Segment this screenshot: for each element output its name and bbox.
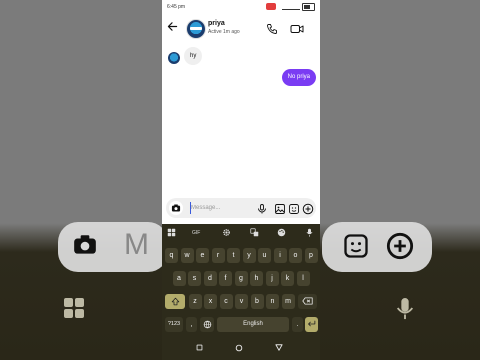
phone-screen: 6:45 pm priya Active 1m ago hy No priya bbox=[162, 0, 320, 360]
contact-avatar[interactable] bbox=[186, 19, 206, 39]
key-g[interactable]: g bbox=[234, 271, 248, 286]
background-m-glyph: M bbox=[124, 228, 149, 261]
camera-icon[interactable] bbox=[169, 201, 183, 215]
symbols-key[interactable]: ?123 bbox=[165, 317, 183, 332]
screen-record-icon bbox=[266, 3, 276, 10]
message-input[interactable] bbox=[190, 202, 247, 214]
key-s[interactable]: s bbox=[188, 271, 201, 286]
phone-icon[interactable] bbox=[266, 22, 278, 34]
recents-icon[interactable] bbox=[196, 344, 203, 353]
background-plus-icon bbox=[386, 232, 414, 266]
key-p[interactable]: p bbox=[304, 248, 318, 263]
comma-key[interactable]: , bbox=[186, 317, 197, 332]
key-u[interactable]: u bbox=[258, 248, 271, 263]
battery-icon bbox=[302, 3, 315, 11]
key-w[interactable]: w bbox=[180, 248, 194, 263]
key-c[interactable]: c bbox=[219, 294, 233, 309]
key-r[interactable]: r bbox=[211, 248, 225, 263]
incoming-message[interactable]: hy bbox=[184, 47, 203, 65]
status-bar: 6:45 pm bbox=[162, 0, 320, 14]
key-a[interactable]: a bbox=[172, 271, 186, 286]
microphone-icon[interactable] bbox=[256, 202, 268, 214]
key-j[interactable]: j bbox=[265, 271, 279, 286]
chat-header: priya Active 1m ago bbox=[162, 16, 320, 42]
video-camera-icon[interactable] bbox=[290, 22, 304, 34]
translate-icon[interactable] bbox=[250, 228, 259, 239]
enter-key[interactable] bbox=[305, 317, 318, 332]
key-n[interactable]: n bbox=[266, 294, 279, 309]
message-avatar bbox=[168, 52, 180, 64]
key-h[interactable]: h bbox=[250, 271, 263, 286]
key-d[interactable]: d bbox=[203, 271, 217, 286]
key-q[interactable]: q bbox=[165, 248, 178, 263]
key-m[interactable]: m bbox=[281, 294, 295, 309]
plus-icon[interactable] bbox=[302, 202, 314, 215]
back-arrow-icon[interactable] bbox=[167, 21, 179, 35]
backspace-icon bbox=[302, 297, 313, 305]
enter-icon bbox=[308, 320, 316, 327]
key-b[interactable]: b bbox=[250, 294, 264, 309]
key-e[interactable]: e bbox=[196, 248, 209, 263]
shift-key[interactable] bbox=[165, 294, 185, 309]
home-icon[interactable] bbox=[235, 344, 243, 354]
microphone-icon[interactable] bbox=[306, 228, 313, 239]
key-k[interactable]: k bbox=[281, 271, 294, 286]
gif-button[interactable]: GIF bbox=[192, 230, 200, 236]
key-i[interactable]: i bbox=[273, 248, 287, 263]
backspace-key[interactable] bbox=[298, 294, 317, 309]
key-z[interactable]: z bbox=[188, 294, 202, 309]
palette-icon[interactable] bbox=[277, 228, 286, 239]
background-apps-icon bbox=[62, 296, 86, 326]
key-l[interactable]: l bbox=[296, 271, 310, 286]
status-time: 6:45 pm bbox=[167, 4, 186, 10]
space-bar[interactable]: English bbox=[217, 317, 289, 332]
back-nav-icon[interactable] bbox=[275, 344, 283, 353]
key-x[interactable]: x bbox=[204, 294, 217, 309]
globe-key[interactable] bbox=[200, 317, 214, 332]
period-key[interactable]: . bbox=[292, 317, 303, 332]
background-mic-icon bbox=[394, 296, 416, 328]
globe-icon bbox=[203, 320, 211, 328]
system-nav-bar bbox=[162, 340, 320, 360]
signal-icon bbox=[282, 4, 300, 10]
background-camera-icon bbox=[72, 232, 98, 264]
key-v[interactable]: v bbox=[235, 294, 248, 309]
key-y[interactable]: y bbox=[242, 248, 256, 263]
message-composer bbox=[166, 198, 316, 218]
gallery-icon[interactable] bbox=[274, 202, 286, 214]
key-f[interactable]: f bbox=[219, 271, 232, 286]
outgoing-message[interactable]: No priya bbox=[281, 69, 316, 86]
background-sticker-icon bbox=[342, 232, 370, 266]
contact-name[interactable]: priya bbox=[208, 20, 225, 27]
apps-grid-icon[interactable] bbox=[167, 228, 176, 239]
on-screen-keyboard: GIF q w e r t y u i o p a s d f g h j k … bbox=[162, 224, 320, 360]
contact-status: Active 1m ago bbox=[208, 29, 240, 35]
background-composer-right bbox=[322, 222, 432, 272]
settings-icon[interactable] bbox=[222, 228, 231, 239]
key-t[interactable]: t bbox=[227, 248, 240, 263]
keyboard-toolbar: GIF bbox=[162, 224, 320, 244]
shift-icon bbox=[171, 297, 179, 305]
sticker-icon[interactable] bbox=[288, 202, 300, 214]
key-o[interactable]: o bbox=[289, 248, 302, 263]
